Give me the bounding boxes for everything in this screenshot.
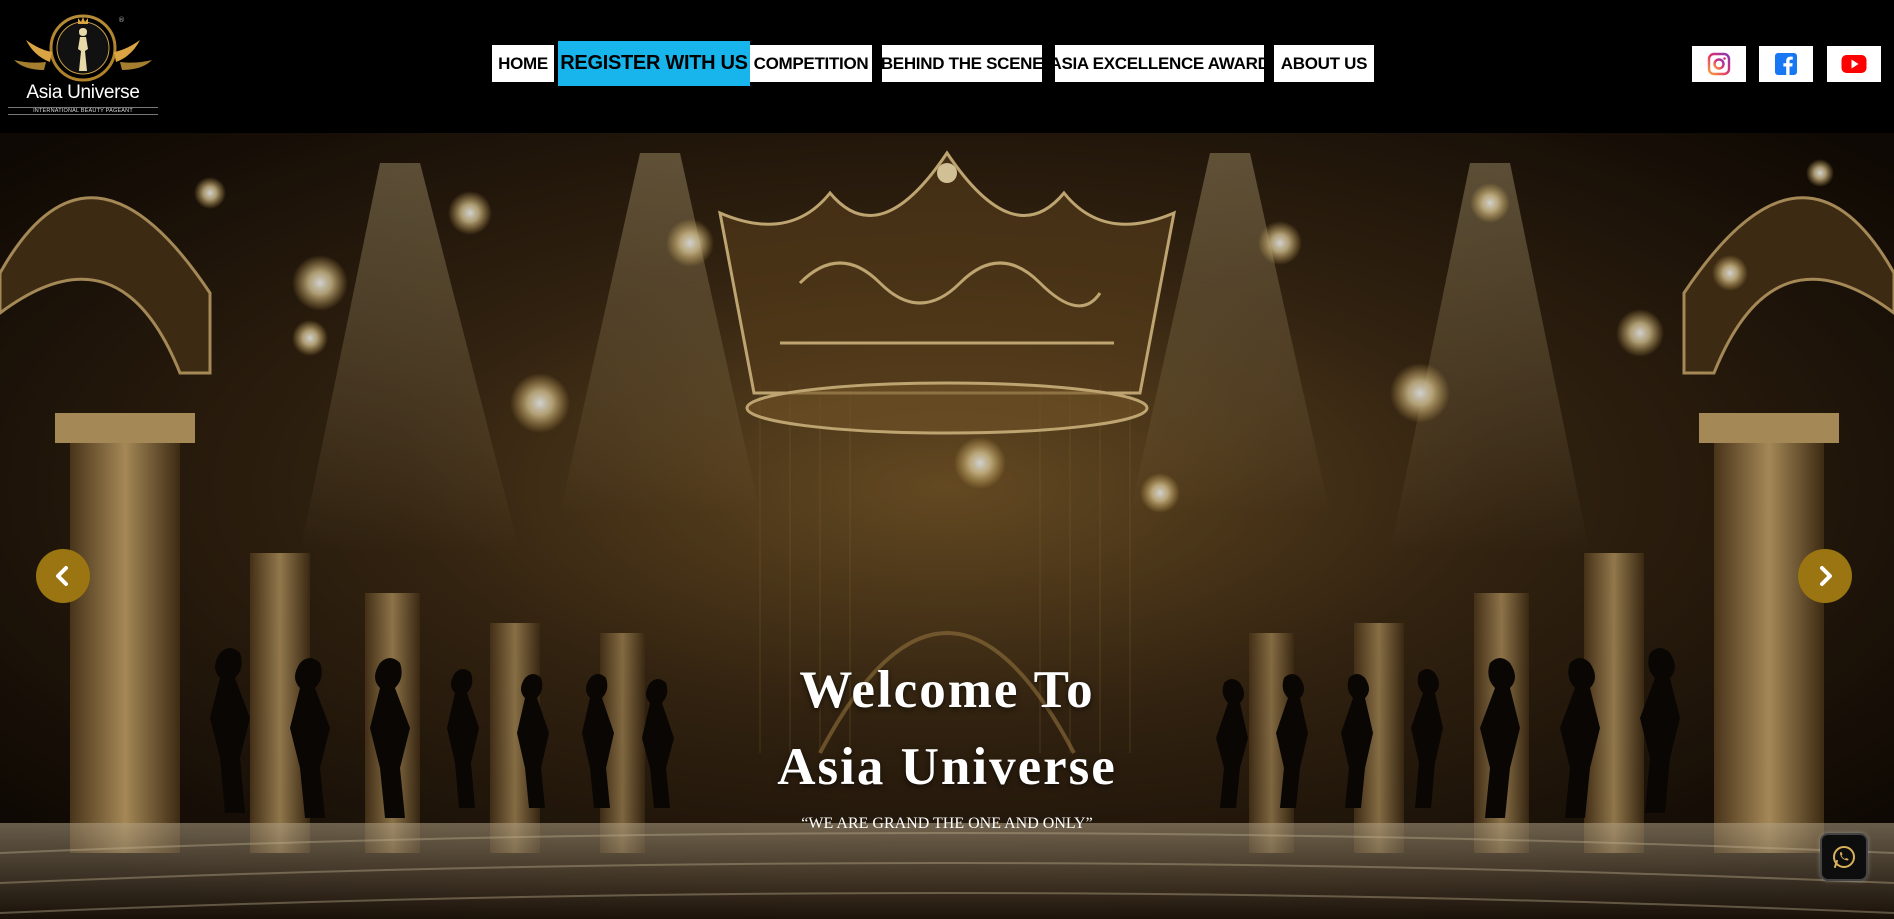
whatsapp-button[interactable] bbox=[1820, 833, 1868, 881]
nav-behind-the-scene[interactable]: BEHIND THE SCENE bbox=[880, 45, 1044, 82]
nav-about-label: ABOUT US bbox=[1280, 53, 1368, 73]
nav-home-label: HOME bbox=[498, 53, 548, 73]
hero-title-line2: Asia Universe bbox=[777, 738, 1117, 796]
facebook-icon bbox=[1775, 53, 1797, 75]
hero-title-line1: Welcome To bbox=[799, 661, 1095, 719]
main-nav: HOME REGISTER WITH US COMPETITION BEHIND… bbox=[0, 41, 1894, 91]
nav-competition[interactable]: COMPETITION bbox=[750, 45, 872, 82]
hero-banner: Welcome To Asia Universe “WE ARE GRAND T… bbox=[0, 133, 1894, 919]
svg-text:®: ® bbox=[118, 16, 125, 24]
nav-home[interactable]: HOME bbox=[492, 45, 554, 82]
carousel-next-button[interactable] bbox=[1798, 549, 1852, 603]
instagram-icon bbox=[1707, 52, 1731, 76]
nav-asia-excellence-award[interactable]: ASIA EXCELLENCE AWARD bbox=[1049, 45, 1270, 82]
instagram-link[interactable] bbox=[1692, 46, 1746, 82]
facebook-link[interactable] bbox=[1759, 46, 1813, 82]
carousel-prev-button[interactable] bbox=[36, 549, 90, 603]
nav-register-label: REGISTER WITH US bbox=[560, 52, 748, 74]
nav-competition-label: COMPETITION bbox=[753, 53, 869, 73]
whatsapp-icon bbox=[1833, 846, 1855, 868]
youtube-link[interactable] bbox=[1827, 46, 1881, 82]
nav-about-us[interactable]: ABOUT US bbox=[1274, 45, 1374, 82]
youtube-icon bbox=[1841, 55, 1867, 73]
nav-register-with-us[interactable]: REGISTER WITH US bbox=[558, 41, 750, 86]
nav-behind-label: BEHIND THE SCENE bbox=[880, 53, 1044, 73]
chevron-left-icon bbox=[56, 566, 68, 586]
nav-award-label: ASIA EXCELLENCE AWARD bbox=[1049, 53, 1270, 73]
chevron-right-icon bbox=[1820, 566, 1832, 586]
hero-background-image bbox=[0, 133, 1894, 919]
logo-subtitle: INTERNATIONAL BEAUTY PAGEANT bbox=[8, 107, 158, 115]
site-header: ® Asia Universe INTERNATIONAL BEAUTY PAG… bbox=[0, 0, 1894, 133]
hero-tagline: “WE ARE GRAND THE ONE AND ONLY” bbox=[801, 815, 1093, 832]
